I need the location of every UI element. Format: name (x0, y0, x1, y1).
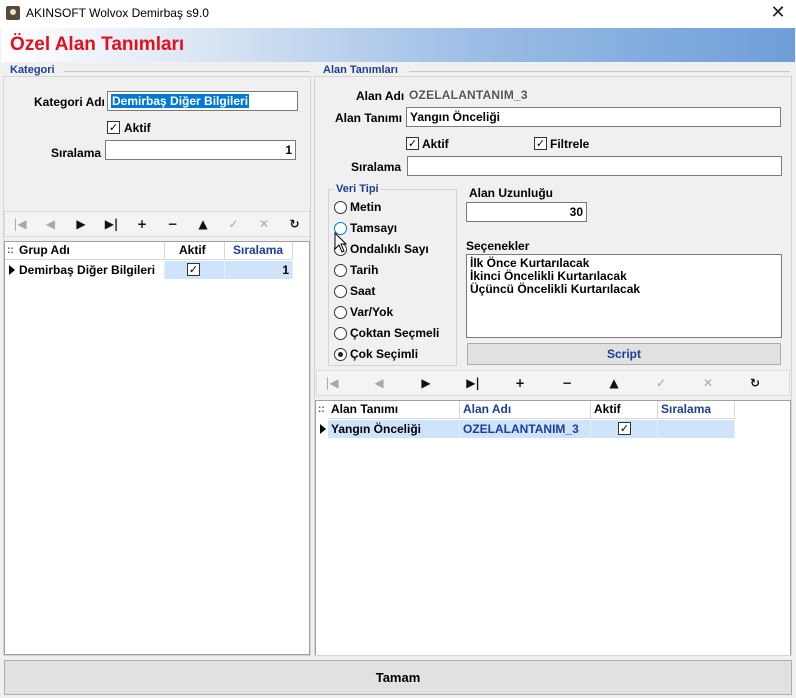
last-record-icon[interactable]: ▶| (97, 212, 127, 236)
veri-tipi-option-label[interactable]: Tarih (350, 263, 378, 277)
post-record-icon[interactable]: ✓ (219, 212, 249, 236)
first-record-icon[interactable]: |◀ (5, 212, 35, 236)
current-row-icon (9, 265, 15, 275)
kategori-aktif-label: Aktif (124, 121, 151, 135)
veri-tipi-option-label[interactable]: Çok Seçimli (350, 347, 418, 361)
alan-navigator: |◀ ◀ ▶ ▶| + − ▲ ✓ ✕ ↻ (316, 370, 790, 396)
table-row-tanim[interactable]: Yangın Önceliği (328, 420, 460, 438)
divider (409, 71, 790, 72)
app-icon (6, 6, 20, 20)
current-row-icon (320, 424, 326, 434)
uzunluk-label: Alan Uzunluğu (469, 186, 553, 200)
alan-order-label: Sıralama (351, 160, 402, 174)
veri-tipi-radio[interactable] (334, 327, 347, 340)
delete-record-icon[interactable]: − (552, 371, 582, 395)
kategori-name-label: Kategori Adı (34, 95, 105, 109)
last-record-icon[interactable]: ▶| (458, 371, 488, 395)
kategori-name-field[interactable]: Demirbaş Diğer Bilgileri (107, 91, 298, 111)
grid-header-alan-adi[interactable]: Alan Adı (460, 401, 591, 419)
table-row-aktif-checkbox[interactable]: ✓ (187, 263, 200, 276)
veri-tipi-option-label[interactable]: Var/Yok (350, 305, 393, 319)
alan-tanimi-field[interactable]: Yangın Önceliği (406, 107, 781, 127)
refresh-icon[interactable]: ↻ (740, 371, 770, 395)
divider (64, 71, 310, 72)
veri-tipi-radio[interactable] (334, 285, 347, 298)
grid-header-siralama[interactable]: Sıralama (658, 401, 735, 419)
alan-group-title: Alan Tanımları (323, 64, 398, 76)
kategori-order-field[interactable]: 1 (105, 140, 296, 160)
table-row-order[interactable]: 1 (225, 261, 293, 279)
grid-header-aktif[interactable]: Aktif (591, 401, 658, 419)
table-row-order[interactable] (658, 420, 735, 438)
post-record-icon[interactable]: ✓ (646, 371, 676, 395)
veri-tipi-option-label[interactable]: Ondalıklı Sayı (350, 242, 429, 256)
secenekler-label: Seçenekler (466, 239, 530, 253)
veri-tipi-radio[interactable] (334, 348, 347, 361)
filtrele-checkbox[interactable]: ✓ (534, 137, 547, 150)
secenekler-textarea[interactable]: İlk Önce Kurtarılacak İkinci Öncelikli Ku… (466, 254, 782, 338)
cancel-record-icon[interactable]: ✕ (693, 371, 723, 395)
alan-adi-value: OZELALANTANIM_3 (409, 88, 528, 102)
page-title: Özel Alan Tanımları (10, 34, 185, 55)
edit-record-icon[interactable]: ▲ (188, 212, 218, 236)
alan-order-field[interactable] (407, 156, 782, 176)
filtrele-label: Filtrele (550, 137, 590, 151)
veri-tipi-radio[interactable] (334, 306, 347, 319)
cancel-record-icon[interactable]: ✕ (249, 212, 279, 236)
alan-grid[interactable]: :: Alan Tanımı Alan Adı Aktif Sıralama Y… (315, 400, 791, 656)
grid-indicator-icon: :: (318, 404, 325, 415)
insert-record-icon[interactable]: + (127, 212, 157, 236)
veri-tipi-option-label[interactable]: Tamsayı (350, 221, 397, 235)
delete-record-icon[interactable]: − (158, 212, 188, 236)
edit-record-icon[interactable]: ▲ (599, 371, 629, 395)
kategori-order-label: Sıralama (51, 146, 102, 160)
alan-adi-label: Alan Adı (356, 89, 405, 103)
veri-tipi-radio[interactable] (334, 201, 347, 214)
ok-button[interactable]: Tamam (4, 660, 792, 695)
next-record-icon[interactable]: ▶ (411, 371, 441, 395)
kategori-group-title: Kategori (10, 64, 55, 76)
alan-aktif-checkbox[interactable]: ✓ (406, 137, 419, 150)
insert-record-icon[interactable]: + (505, 371, 535, 395)
table-row-name[interactable]: Demirbaş Diğer Bilgileri (5, 261, 165, 279)
window-title: AKINSOFT Wolvox Demirbaş s9.0 (26, 6, 209, 20)
next-record-icon[interactable]: ▶ (66, 212, 96, 236)
kategori-navigator: |◀ ◀ ▶ ▶| + − ▲ ✓ ✕ ↻ (4, 211, 310, 237)
veri-tipi-title: Veri Tipi (334, 183, 381, 195)
veri-tipi-option-label[interactable]: Çoktan Seçmeli (350, 326, 439, 340)
first-record-icon[interactable]: |◀ (317, 371, 347, 395)
grid-header-grup-adi[interactable]: Grup Adı (5, 242, 165, 260)
uzunluk-field[interactable]: 30 (466, 202, 587, 222)
alan-aktif-label: Aktif (422, 137, 449, 151)
kategori-aktif-checkbox[interactable]: ✓ (107, 121, 120, 134)
script-button[interactable]: Script (467, 343, 781, 365)
secenek-line: Üçüncü Öncelikli Kurtarılacak (470, 282, 641, 296)
grid-header-aktif[interactable]: Aktif (165, 242, 225, 260)
grid-header-siralama[interactable]: Sıralama (225, 242, 293, 260)
mouse-cursor-icon (334, 232, 348, 253)
alan-tanimi-label: Alan Tanımı (335, 111, 403, 125)
table-row-adi[interactable]: OZELALANTANIM_3 (460, 420, 591, 438)
prior-record-icon[interactable]: ◀ (364, 371, 394, 395)
veri-tipi-option-label[interactable]: Saat (350, 284, 375, 298)
grid-indicator-icon: :: (7, 245, 14, 256)
veri-tipi-radio[interactable] (334, 264, 347, 277)
close-icon[interactable]: ✕ (766, 2, 790, 24)
kategori-grid[interactable]: Grup Adı :: Aktif Sıralama Demirbaş Diğe… (4, 241, 310, 655)
table-row-aktif-checkbox[interactable]: ✓ (618, 422, 631, 435)
veri-tipi-option-label[interactable]: Metin (350, 200, 381, 214)
refresh-icon[interactable]: ↻ (280, 212, 310, 236)
prior-record-icon[interactable]: ◀ (36, 212, 66, 236)
grid-header-alan-tanimi[interactable]: Alan Tanımı (328, 401, 460, 419)
